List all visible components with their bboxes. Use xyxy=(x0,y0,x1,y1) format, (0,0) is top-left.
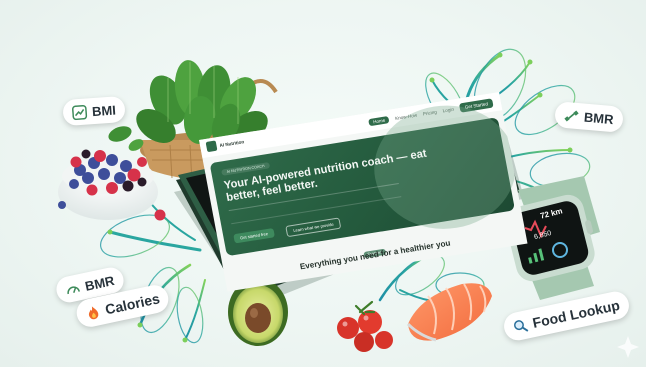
tablet-secondary-button: Learn what we provide xyxy=(285,217,342,238)
flame-icon xyxy=(88,305,99,319)
magnifier-icon xyxy=(513,319,529,332)
tablet-primary-button: Get started free xyxy=(233,228,275,244)
chart-trend-icon xyxy=(71,104,88,120)
leaf-logo-icon xyxy=(205,140,218,153)
calories-badge-label: Calories xyxy=(103,290,162,318)
bmi-badge: BMI xyxy=(62,95,126,127)
sparkle-icon xyxy=(617,336,639,358)
gauge-icon xyxy=(67,285,80,294)
bmr-badge-left-label: BMR xyxy=(83,272,116,294)
tablet-brand-name: AI Nutrition xyxy=(219,138,245,148)
tablet-nav-home: Home xyxy=(368,115,390,126)
bmr-badge-right-label: BMR xyxy=(583,109,615,127)
dumbbell-icon xyxy=(564,109,579,122)
salmon-fillet xyxy=(406,283,492,342)
hero-illustration: Home Know-How Pricing Login Get Started … xyxy=(0,0,646,367)
bmi-badge-label: BMI xyxy=(91,101,117,119)
cherry-tomatoes xyxy=(337,300,393,352)
